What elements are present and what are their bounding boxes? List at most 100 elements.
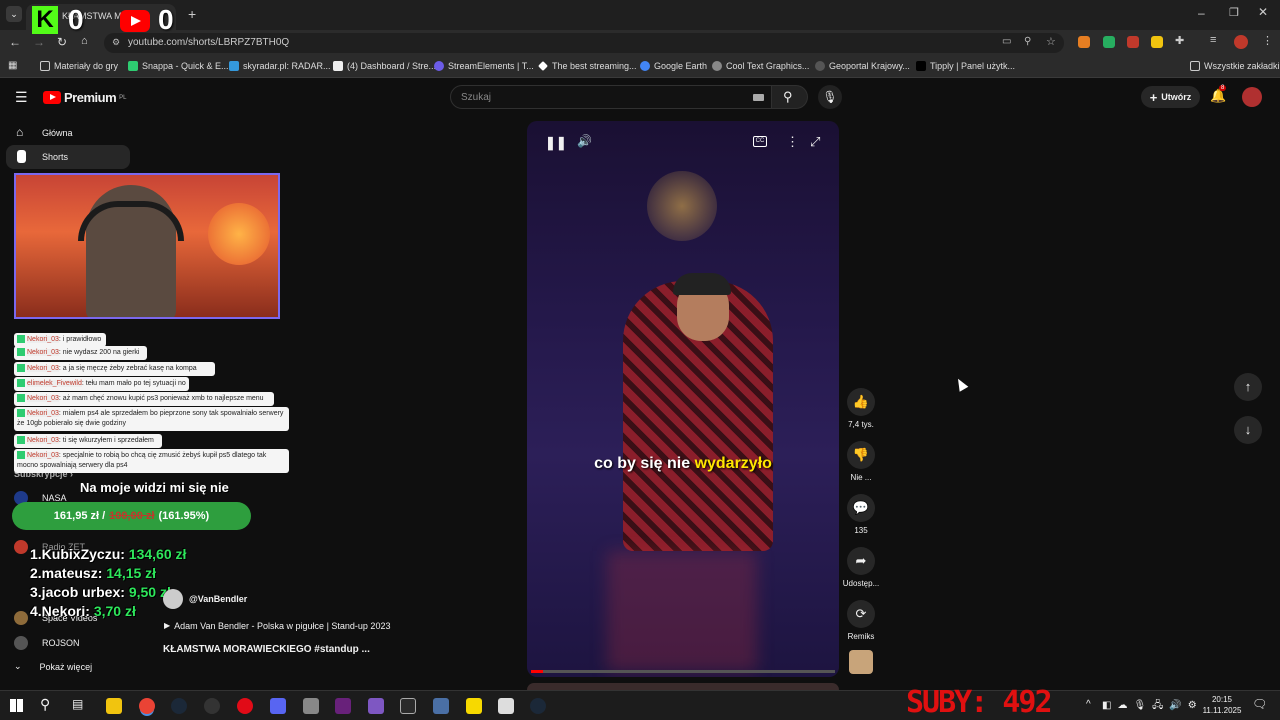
- home-icon: ⌂: [16, 125, 24, 139]
- comments-button[interactable]: 💬 135: [842, 494, 880, 535]
- forward-icon[interactable]: →: [33, 35, 45, 49]
- microphone-icon: 🎙: [822, 90, 838, 104]
- sticky-notes-icon[interactable]: [466, 698, 482, 714]
- next-short-preview: [527, 683, 839, 690]
- extension-icon[interactable]: [1127, 36, 1139, 48]
- back-icon[interactable]: ←: [9, 35, 21, 49]
- sidebar-item-home[interactable]: ⌂ Główna: [6, 121, 130, 145]
- bookmark-item[interactable]: Cool Text Graphics...: [712, 61, 809, 71]
- donation-goal-title: Na moje widzi mi się nie: [80, 480, 229, 495]
- search-button[interactable]: ⚲: [772, 85, 808, 109]
- hamburger-icon[interactable]: ☰: [15, 89, 28, 106]
- extension-icon[interactable]: [1151, 36, 1163, 48]
- bookmark-item[interactable]: skyradar.pl: RADAR...: [229, 61, 331, 71]
- account-avatar[interactable]: [1242, 87, 1262, 107]
- cast-icon[interactable]: ▭: [1002, 36, 1011, 47]
- app-icon[interactable]: [303, 698, 319, 714]
- new-tab-button[interactable]: +: [188, 6, 196, 22]
- captions-icon[interactable]: CC: [753, 136, 767, 147]
- epic-games-icon[interactable]: [400, 698, 416, 714]
- chat-message: Nekori_03: ti się wkurzyłem i sprzedałem: [14, 434, 162, 448]
- streamelements-icon: [434, 61, 444, 71]
- extension-icon[interactable]: [1078, 36, 1090, 48]
- remix-button[interactable]: ⟳ Remiks: [842, 600, 880, 641]
- search-icon[interactable]: ⚲: [40, 696, 50, 713]
- clock[interactable]: 20:15 11.11.2025: [1200, 694, 1244, 716]
- share-button[interactable]: ➦ Udostęp...: [842, 547, 880, 588]
- kick-viewer-count: 0: [68, 4, 84, 35]
- dislike-button[interactable]: 👎 Nie ...: [842, 441, 880, 482]
- restore-button[interactable]: ❐: [1229, 6, 1239, 19]
- previous-short-button[interactable]: ↑: [1234, 373, 1262, 401]
- notification-center-icon[interactable]: 🗨: [1252, 697, 1267, 711]
- extension-icon[interactable]: [1103, 36, 1115, 48]
- thumbs-up-icon: 👍: [847, 388, 875, 416]
- shorts-video-player[interactable]: ❚❚ 🔊 CC ⋮ ⤢ co by się nie wydarzyło: [527, 121, 839, 677]
- sidebar-item-shorts[interactable]: Shorts: [6, 145, 130, 169]
- youtube-play-icon: [43, 91, 61, 104]
- apps-icon[interactable]: ▦: [8, 60, 17, 71]
- obs-icon[interactable]: [204, 698, 220, 714]
- windows-start-icon[interactable]: [10, 699, 23, 712]
- media-icon[interactable]: ≡: [1210, 34, 1216, 46]
- bookmark-item[interactable]: The best streaming...: [538, 61, 637, 71]
- channel-handle[interactable]: @VanBendler: [189, 594, 247, 604]
- share-icon: ➦: [847, 547, 875, 575]
- steam-icon[interactable]: [171, 698, 187, 714]
- audio-thumbnail[interactable]: [849, 650, 873, 674]
- keyboard-icon[interactable]: [753, 94, 764, 101]
- chat-message: Nekori_03: miałem ps4 ale sprzedałem bo …: [14, 407, 289, 431]
- next-short-button[interactable]: ↓: [1234, 416, 1262, 444]
- like-button[interactable]: 👍 7,4 tys.: [842, 388, 880, 429]
- bookmark-item[interactable]: Geoportal Krajowy...: [815, 61, 910, 71]
- bookmark-star-icon[interactable]: ☆: [1046, 35, 1056, 48]
- bookmark-item[interactable]: (4) Dashboard / Stre...: [333, 61, 436, 71]
- donation-goal-bar: 161,95 zł / 100,00 zł (161.95%): [12, 502, 251, 530]
- volume-icon[interactable]: 🔊: [577, 134, 592, 148]
- tray-chevron-icon[interactable]: ^: [1086, 699, 1091, 710]
- menu-icon[interactable]: ⋮: [1262, 34, 1273, 47]
- app-icon[interactable]: [498, 698, 514, 714]
- reload-icon[interactable]: ↻: [57, 35, 67, 49]
- url-field[interactable]: ⚙ youtube.com/shorts/LBRPZ7BTH0Q ▭ ⚲ ☆: [104, 33, 1064, 53]
- show-more-button[interactable]: ⌄ Pokaż więcej: [14, 661, 92, 672]
- chrome-icon[interactable]: [139, 698, 155, 714]
- home-icon[interactable]: ⌂: [81, 35, 88, 47]
- tray-icons[interactable]: ◧☁🎙🖧🔊⚙: [1102, 698, 1203, 715]
- puzzle-icon[interactable]: ✚: [1175, 34, 1184, 47]
- search-input[interactable]: Szukaj: [450, 85, 772, 109]
- tab-list-button[interactable]: ⌄: [6, 6, 22, 22]
- app-icon[interactable]: [433, 698, 449, 714]
- profile-avatar[interactable]: [1234, 35, 1248, 49]
- fullscreen-icon[interactable]: ⤢: [810, 134, 820, 150]
- bookmark-item[interactable]: Snappa - Quick & E...: [128, 61, 229, 71]
- notifications-button[interactable]: 🔔 8: [1210, 85, 1227, 104]
- bookmark-item[interactable]: Tipply | Panel użytk...: [916, 61, 1015, 71]
- discord-icon[interactable]: [270, 698, 286, 714]
- create-button[interactable]: + Utwórz: [1141, 86, 1200, 108]
- visual-studio-icon[interactable]: [335, 698, 351, 714]
- all-bookmarks[interactable]: Wszystkie zakładki: [1190, 61, 1280, 71]
- voice-search-button[interactable]: 🎙: [818, 85, 842, 109]
- bookmark-item[interactable]: Materiały do gry: [40, 61, 118, 71]
- zoom-icon[interactable]: ⚲: [1024, 36, 1031, 47]
- close-window-button[interactable]: ✕: [1258, 5, 1268, 19]
- site-info-icon[interactable]: ⚙: [112, 37, 120, 48]
- task-view-icon[interactable]: ▤: [72, 697, 83, 711]
- bookmark-item[interactable]: StreamElements | T...: [434, 61, 534, 71]
- top-donor-row: 2.mateusz: 14,15 zł: [30, 565, 157, 581]
- more-options-icon[interactable]: ⋮: [786, 134, 799, 150]
- progress-bar[interactable]: [531, 670, 835, 673]
- steam-icon[interactable]: [530, 698, 546, 714]
- app-icon[interactable]: [368, 698, 384, 714]
- thumbs-down-icon: 👎: [847, 441, 875, 469]
- pause-button[interactable]: ❚❚: [545, 135, 567, 151]
- sidebar-channel[interactable]: ROJSON: [14, 636, 80, 650]
- youtube-logo[interactable]: Premium PL: [43, 90, 126, 105]
- opera-icon[interactable]: [237, 698, 253, 714]
- channel-avatar[interactable]: [163, 589, 183, 609]
- minimize-button[interactable]: –: [1198, 6, 1205, 20]
- playlist-link[interactable]: ▶ Adam Van Bendler - Polska w pigułce | S…: [164, 621, 390, 631]
- file-explorer-icon[interactable]: [106, 698, 122, 714]
- bookmark-item[interactable]: Google Earth: [640, 61, 707, 71]
